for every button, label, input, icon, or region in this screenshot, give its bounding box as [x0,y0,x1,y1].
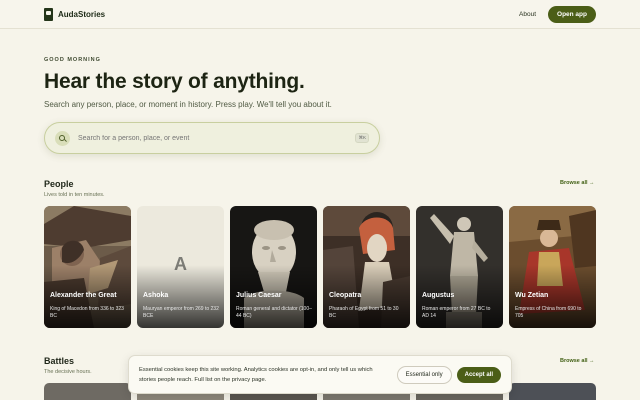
app-name: AudaStories [58,9,106,19]
page-subtitle: Search any person, place, or moment in h… [44,100,332,109]
essential-only-button[interactable]: Essential only [396,365,452,384]
person-card-cleopatra[interactable]: Cleopatra Pharaoh of Egypt from 51 to 30… [323,206,410,328]
people-browse-all-link[interactable]: Browse all → [560,180,595,186]
keyboard-shortcut-badge: ⌘K [355,133,369,143]
person-card-title: Ashoka [143,292,169,299]
about-link[interactable]: About [519,11,536,18]
person-card-description: Roman general and dictator (100–44 BC) [236,306,312,319]
person-card-alexander[interactable]: Alexander the Great King of Macedon from… [44,206,131,328]
person-card-julius-caesar[interactable]: Julius Caesar Roman general and dictator… [230,206,317,328]
person-card-title: Wu Zetian [515,292,549,299]
person-card-description: Mauryan emperor from 269 to 232 BCE [143,306,219,319]
search-icon [55,130,70,146]
person-card-description: Empress of China from 690 to 705 [515,306,582,319]
person-card-title: Cleopatra [329,292,362,299]
search-bar[interactable]: ⌘K [44,122,380,154]
greeting-kicker: GOOD MORNING [44,57,101,63]
person-card-title: Alexander the Great [50,292,117,299]
person-card-title: Julius Caesar [236,292,282,299]
battle-card[interactable] [509,383,596,400]
cookie-consent-banner: Essential cookies keep this site working… [128,355,512,394]
search-input[interactable] [78,134,348,142]
person-card-description: Roman emperor from 27 BC to AD 14 [422,306,491,319]
nav-right-group: About Open app [519,5,596,23]
person-card-title: Augustus [422,292,455,299]
person-card-augustus[interactable]: Augustus Roman emperor from 27 BC to AD … [416,206,503,328]
battles-section-subtitle: The decisive hours. [44,369,92,375]
person-card-ashoka[interactable]: A Ashoka Mauryan emperor from 269 to 232… [137,206,224,328]
cookie-message: Essential cookies keep this site working… [139,366,373,383]
top-navigation-bar: AudaStories About Open app [0,0,640,29]
open-app-button[interactable]: Open app [548,5,596,23]
audastories-logo-icon [44,7,53,21]
people-section-title: People [44,179,74,189]
accept-all-button[interactable]: Accept all [456,366,501,383]
person-card-description: Pharaoh of Egypt from 51 to 30 BC [329,306,399,319]
person-card-wu-zetian[interactable]: Wu Zetian Empress of China from 690 to 7… [509,206,596,328]
people-section-subtitle: Lives told in ten minutes. [44,192,105,198]
battles-browse-all-link[interactable]: Browse all → [560,358,595,364]
battles-section-title: Battles [44,356,75,366]
battle-card[interactable] [44,383,131,400]
person-card-description: King of Macedon from 336 to 323 BC [50,306,124,319]
page-title: Hear the story of anything. [44,70,305,93]
people-card-row: Alexander the Great King of Macedon from… [44,206,596,328]
